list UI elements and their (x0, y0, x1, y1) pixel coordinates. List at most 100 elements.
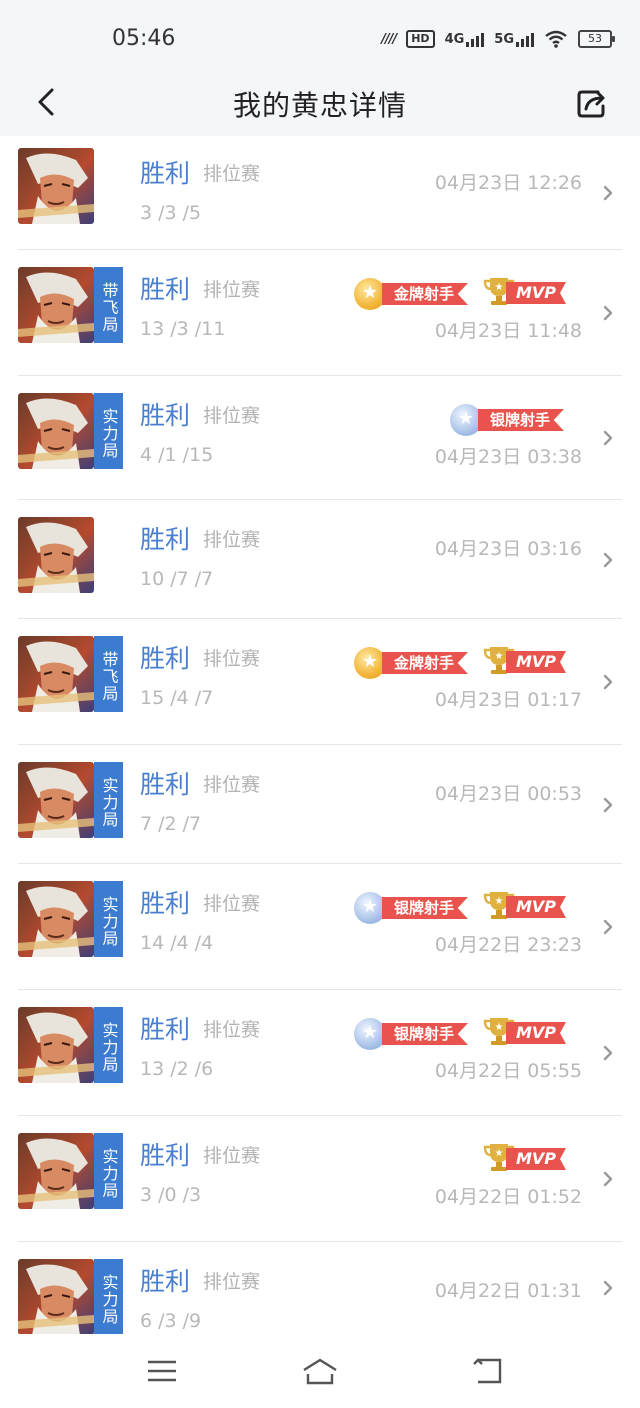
match-result: 胜利 (140, 1141, 191, 1170)
status-icons: //// HD 4G 5G 53 (381, 28, 615, 50)
match-row[interactable]: 带飞局 胜利 排位赛 15 /4 /7 04月23日 01:17 ★ MVP ★ 金牌射手 (0, 619, 640, 745)
match-list[interactable]: 胜利 排位赛 3 /3 /5 04月23日 12:26 带飞局 胜利 排位赛 13 /3 /1… (0, 136, 640, 1334)
status-bar: 05:46 //// HD 4G 5G 53 (0, 0, 640, 70)
chevron-right-icon[interactable] (602, 797, 614, 813)
mvp-badge: ★ MVP (482, 1014, 568, 1050)
chevron-right-icon[interactable] (602, 674, 614, 690)
match-type: 排位赛 (203, 279, 261, 301)
silver-shooter-badge: ★ 银牌射手 (354, 1018, 472, 1050)
mvp-badge: ★ MVP (482, 1140, 568, 1176)
match-time: 04月23日 11:48 (434, 320, 582, 342)
badge-label: 银牌射手 (478, 409, 565, 431)
svg-text:★: ★ (495, 282, 504, 293)
mvp-label: MVP (506, 282, 566, 304)
match-row[interactable]: 带飞局 胜利 排位赛 13 /3 /11 04月23日 11:48 ★ MVP ★ 金牌射手 (0, 250, 640, 376)
medal-icon: ★ (354, 1018, 386, 1050)
mode-tag: 实力局 (94, 881, 123, 957)
match-time: 04月23日 00:53 (434, 783, 582, 805)
hero-avatar (18, 148, 94, 224)
match-row[interactable]: 实力局 胜利 排位赛 3 /0 /3 04月22日 01:52 ★ MVP (0, 1116, 640, 1242)
signal-4g-icon: 4G (445, 32, 485, 47)
match-row[interactable]: 实力局 胜利 排位赛 14 /4 /4 04月22日 23:23 ★ MVP ★ 银牌射手 (0, 864, 640, 990)
menu-icon[interactable] (142, 1354, 182, 1388)
svg-text:★: ★ (495, 651, 504, 662)
share-button[interactable] (572, 82, 612, 122)
kda-value: 15 /4 /7 (140, 687, 214, 709)
match-time: 04月22日 05:55 (434, 1060, 582, 1082)
system-nav-bar (0, 1334, 640, 1408)
hero-avatar (18, 1259, 94, 1334)
badge-label: 银牌射手 (382, 1023, 469, 1045)
hero-avatar (18, 762, 94, 838)
match-time: 04月22日 01:52 (434, 1186, 582, 1208)
hero-avatar (18, 517, 94, 593)
home-icon[interactable] (300, 1354, 340, 1388)
match-time: 04月23日 12:26 (434, 172, 582, 194)
back-nav-icon[interactable] (468, 1354, 508, 1388)
mvp-badge: ★ MVP (482, 274, 568, 310)
kda-value: 13 /3 /11 (140, 318, 226, 340)
match-type: 排位赛 (203, 529, 261, 551)
medal-icon: ★ (354, 278, 386, 310)
signal-5g-label: 5G (494, 31, 514, 47)
match-result: 胜利 (140, 1267, 191, 1296)
mvp-badge: ★ MVP (482, 888, 568, 924)
match-row[interactable]: 胜利 排位赛 3 /3 /5 04月23日 12:26 (0, 136, 640, 250)
kda-value: 3 /0 /3 (140, 1184, 202, 1206)
chevron-right-icon[interactable] (602, 430, 614, 446)
kda-value: 7 /2 /7 (140, 813, 202, 835)
match-type: 排位赛 (203, 405, 261, 427)
match-time: 04月23日 03:38 (434, 446, 582, 468)
signal-4g-label: 4G (444, 31, 465, 47)
chevron-right-icon[interactable] (602, 185, 614, 201)
kda-value: 3 /3 /5 (140, 202, 202, 224)
badge-label: 金牌射手 (382, 652, 469, 674)
signal-5g-icon: 5G (494, 32, 534, 47)
match-row[interactable]: 胜利 排位赛 10 /7 /7 04月23日 03:16 (0, 500, 640, 619)
match-result: 胜利 (140, 1015, 191, 1044)
mvp-label: MVP (506, 896, 566, 918)
hero-avatar (18, 1133, 94, 1209)
badge-label: 金牌射手 (382, 283, 469, 305)
match-result: 胜利 (140, 889, 191, 918)
hero-avatar (18, 267, 94, 343)
mvp-label: MVP (506, 1022, 566, 1044)
match-result: 胜利 (140, 275, 191, 304)
medal-icon: ★ (450, 404, 482, 436)
mvp-label: MVP (506, 1148, 566, 1170)
match-type: 排位赛 (203, 1271, 261, 1293)
chevron-right-icon[interactable] (602, 919, 614, 935)
match-result: 胜利 (140, 401, 191, 430)
hd-icon: HD (406, 30, 435, 48)
chevron-right-icon[interactable] (602, 1280, 614, 1296)
match-row[interactable]: 实力局 胜利 排位赛 6 /3 /9 04月22日 01:31 (0, 1242, 640, 1334)
hero-avatar (18, 1007, 94, 1083)
kda-value: 13 /2 /6 (140, 1058, 214, 1080)
mode-tag: 带飞局 (94, 636, 123, 712)
chevron-right-icon[interactable] (602, 1045, 614, 1061)
chevron-right-icon[interactable] (602, 1171, 614, 1187)
match-time: 04月23日 03:16 (434, 538, 582, 560)
match-row[interactable]: 实力局 胜利 排位赛 13 /2 /6 04月22日 05:55 ★ MVP ★ 银牌射手 (0, 990, 640, 1116)
match-row[interactable]: 实力局 胜利 排位赛 7 /2 /7 04月23日 00:53 (0, 745, 640, 864)
svg-text:★: ★ (495, 1148, 504, 1159)
match-type: 排位赛 (203, 648, 261, 670)
match-time: 04月23日 01:17 (434, 689, 582, 711)
match-result: 胜利 (140, 159, 191, 188)
chevron-right-icon[interactable] (602, 305, 614, 321)
kda-value: 4 /1 /15 (140, 444, 214, 466)
match-type: 排位赛 (203, 1019, 261, 1041)
hero-avatar (18, 393, 94, 469)
match-row[interactable]: 实力局 胜利 排位赛 4 /1 /15 04月23日 03:38 ★ 银牌射手 (0, 376, 640, 500)
mode-tag: 实力局 (94, 1007, 123, 1083)
page-title: 我的黄忠详情 (232, 89, 407, 122)
kda-value: 10 /7 /7 (140, 568, 214, 590)
mode-tag: 实力局 (94, 1133, 123, 1209)
mvp-badge: ★ MVP (482, 643, 568, 679)
chevron-right-icon[interactable] (602, 552, 614, 568)
mvp-label: MVP (506, 651, 566, 673)
match-result: 胜利 (140, 770, 191, 799)
kda-value: 14 /4 /4 (140, 932, 214, 954)
match-result: 胜利 (140, 525, 191, 554)
hero-avatar (18, 881, 94, 957)
